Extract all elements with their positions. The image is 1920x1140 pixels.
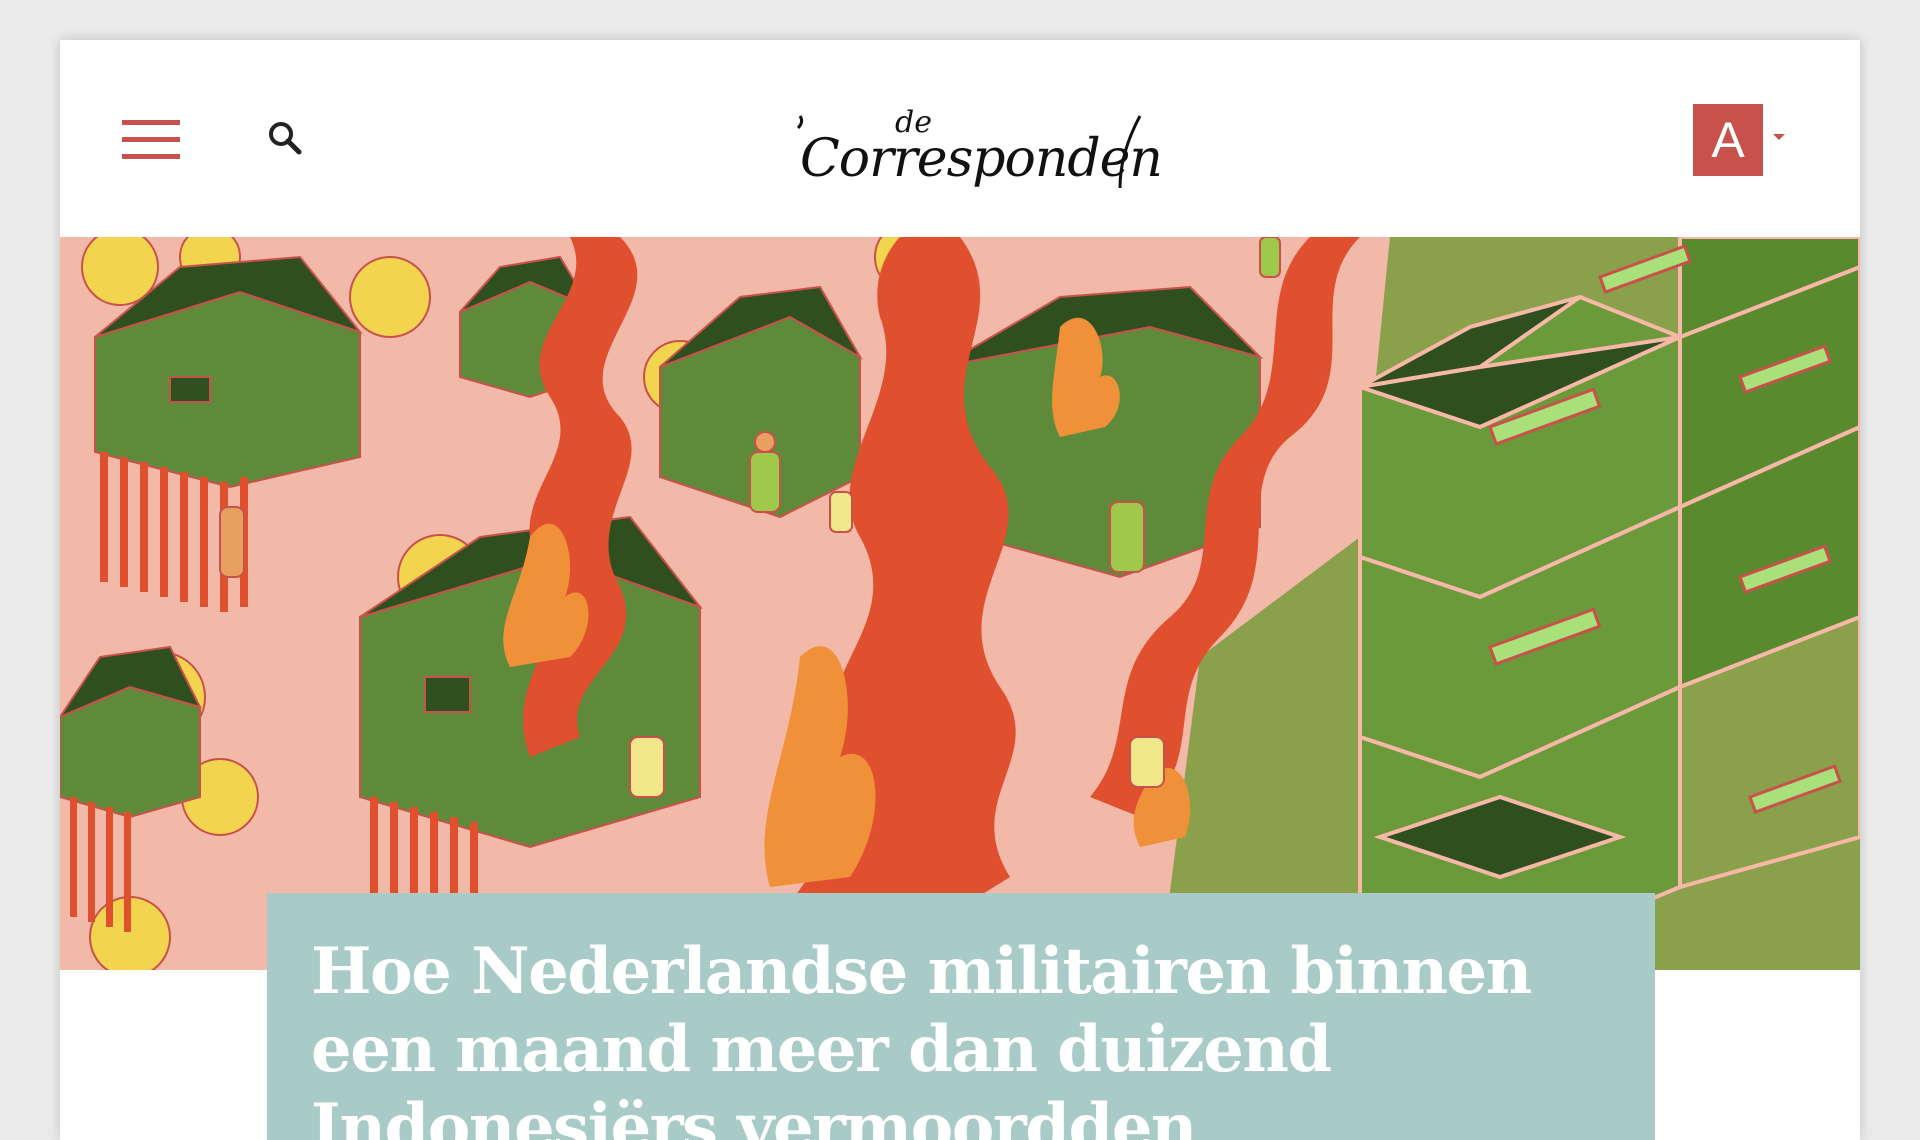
site-header: de Correspondent A [60,40,1860,237]
avatar[interactable]: A [1693,104,1763,176]
caret-down-icon[interactable] [1773,134,1785,140]
menu-button[interactable] [122,120,180,160]
hamburger-menu-icon-bar [122,137,180,142]
article-headline[interactable]: Hoe Nederlandse militairen binnen een ma… [311,933,1631,1140]
hamburger-menu-icon-bar [122,154,180,159]
article-page: de Correspondent A Hoe Nederlandse milit… [60,40,1860,1140]
hero-illustration [60,237,1860,970]
search-icon [269,122,302,155]
hamburger-menu-icon [122,120,180,125]
headline-card[interactable]: Hoe Nederlandse militairen binnen een ma… [267,893,1655,1140]
site-logo[interactable]: de Correspondent [780,98,1160,198]
svg-text:Correspondent: Correspondent [800,129,1160,189]
search-button[interactable] [265,118,309,162]
hero-illustration-art [60,237,1860,970]
account-menu[interactable]: A [1693,104,1803,176]
